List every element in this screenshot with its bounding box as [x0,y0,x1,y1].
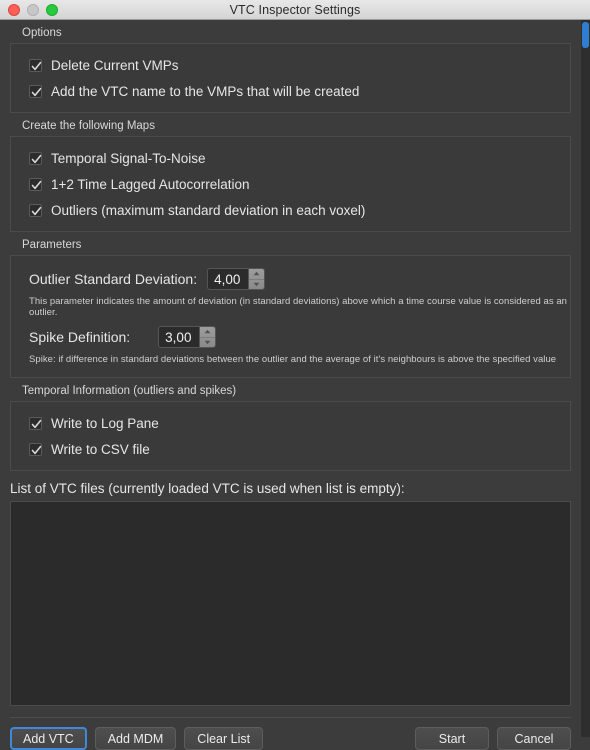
temporal-information-group-frame: Write to Log Pane Write to CSV file [10,401,571,471]
checkbox-label: Outliers (maximum standard deviation in … [51,202,366,218]
outlier-standard-deviation-row: Outlier Standard Deviation: 4,00 [11,264,570,294]
parameters-group-title: Parameters [22,239,82,251]
clear-list-button[interactable]: Clear List [184,727,264,750]
maps-group-frame: Temporal Signal-To-Noise 1+2 Time Lagged… [10,136,571,232]
checkbox-label: Write to CSV file [51,441,150,457]
outlier-help-text: This parameter indicates the amount of d… [29,296,568,318]
vtc-list-label: List of VTC files (currently loaded VTC … [10,481,405,496]
stepper-buttons[interactable] [199,327,216,348]
spike-definition-value[interactable]: 3,00 [159,327,199,347]
spike-definition-stepper[interactable]: 3,00 [158,326,217,348]
checkbox-label: Temporal Signal-To-Noise [51,150,206,166]
outlier-standard-deviation-value[interactable]: 4,00 [208,269,248,289]
checkbox-time-lagged-autocorrelation[interactable]: 1+2 Time Lagged Autocorrelation [11,171,570,197]
checkbox-outliers[interactable]: Outliers (maximum standard deviation in … [11,197,570,223]
outlier-standard-deviation-label: Outlier Standard Deviation: [29,271,198,287]
dialog-body: Options Delete Current VMPs Add the VTC … [0,20,590,750]
dialog-content: Options Delete Current VMPs Add the VTC … [0,20,581,750]
checkbox-temporal-snr[interactable]: Temporal Signal-To-Noise [11,145,570,171]
spike-help-text: Spike: if difference in standard deviati… [29,354,557,365]
temporal-information-group-title: Temporal Information (outliers and spike… [22,385,237,397]
checkbox-write-to-csv-file[interactable]: Write to CSV file [11,436,570,462]
checkbox-add-vtc-name[interactable]: Add the VTC name to the VMPs that will b… [11,78,570,104]
maps-group: Create the following Maps Temporal Signa… [10,113,571,232]
minimize-button[interactable] [27,4,39,16]
stepper-down-icon[interactable] [200,338,215,348]
close-button[interactable] [8,4,20,16]
checkbox-write-to-log-pane[interactable]: Write to Log Pane [11,410,570,436]
checkbox-delete-current-vmps[interactable]: Delete Current VMPs [11,52,570,78]
checkmark-icon [29,416,42,430]
stepper-up-icon[interactable] [249,269,265,280]
checkbox-label: Add the VTC name to the VMPs that will b… [51,83,360,99]
temporal-information-group: Temporal Information (outliers and spike… [10,378,571,471]
button-bar: Add VTC Add MDM Clear List Start Cancel [0,718,581,750]
window-controls [8,0,58,20]
checkbox-label: 1+2 Time Lagged Autocorrelation [51,176,250,192]
scrollbar-thumb[interactable] [582,22,589,48]
checkbox-label: Delete Current VMPs [51,57,179,73]
options-group-title: Options [22,27,62,39]
add-mdm-button[interactable]: Add MDM [94,727,177,750]
add-vtc-button[interactable]: Add VTC [10,727,87,750]
stepper-buttons[interactable] [248,269,265,290]
outlier-standard-deviation-stepper[interactable]: 4,00 [207,268,266,290]
checkmark-icon [29,84,42,98]
stepper-up-icon[interactable] [200,327,216,338]
checkmark-icon [29,442,42,456]
spike-definition-label: Spike Definition: [29,329,131,345]
checkmark-icon [29,151,42,165]
parameters-group-frame: Outlier Standard Deviation: 4,00 This pa… [10,255,571,378]
maximize-button[interactable] [46,4,58,16]
stepper-down-icon[interactable] [249,280,264,290]
title-bar: VTC Inspector Settings [0,0,590,20]
options-group-frame: Delete Current VMPs Add the VTC name to … [10,43,571,113]
checkmark-icon [29,177,42,191]
maps-group-title: Create the following Maps [22,120,155,132]
checkbox-label: Write to Log Pane [51,415,159,431]
window-title: VTC Inspector Settings [229,2,361,17]
vtc-file-list[interactable] [10,501,571,706]
checkmark-icon [29,203,42,217]
spike-definition-row: Spike Definition: 3,00 [11,322,570,352]
parameters-group: Parameters Outlier Standard Deviation: 4… [10,232,571,378]
start-button[interactable]: Start [415,727,489,750]
checkmark-icon [29,58,42,72]
cancel-button[interactable]: Cancel [497,727,571,750]
vertical-scrollbar[interactable] [581,20,590,737]
options-group: Options Delete Current VMPs Add the VTC … [10,20,571,113]
